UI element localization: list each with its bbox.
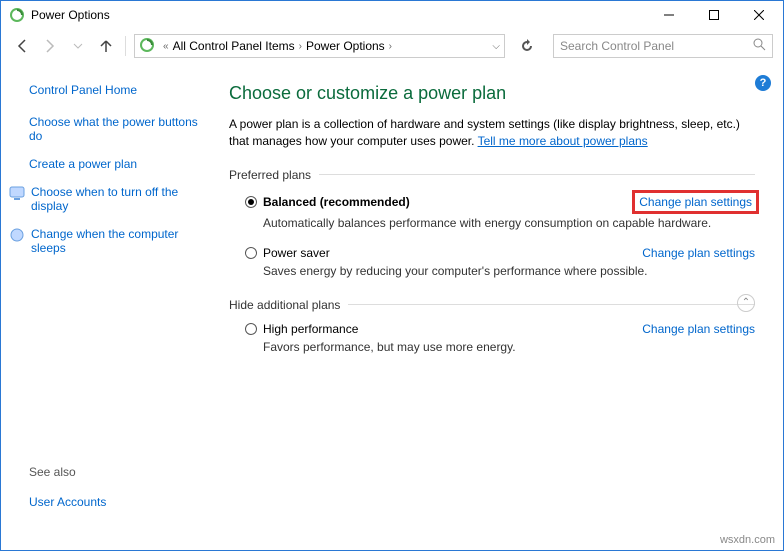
hide-additional-plans-header[interactable]: Hide additional plans ⌃ xyxy=(229,298,755,312)
chevron-right-icon: › xyxy=(385,41,396,52)
help-button[interactable]: ? xyxy=(755,75,771,91)
radio-high-performance[interactable] xyxy=(245,323,257,335)
breadcrumb-dropdown-icon[interactable]: ⌵ xyxy=(492,41,500,52)
power-options-icon xyxy=(139,37,155,56)
recent-dropdown-button[interactable] xyxy=(67,35,89,57)
breadcrumb-root[interactable]: « xyxy=(159,41,173,52)
change-plan-settings-link[interactable]: Change plan settings xyxy=(642,246,755,260)
forward-button[interactable] xyxy=(39,35,61,57)
plan-desc-high-performance: Favors performance, but may use more ene… xyxy=(263,340,755,354)
back-button[interactable] xyxy=(11,35,33,57)
see-also-label: See also xyxy=(29,465,207,479)
change-plan-settings-link[interactable]: Change plan settings xyxy=(642,322,755,336)
search-icon[interactable] xyxy=(753,38,766,54)
breadcrumb-item[interactable]: Power Options xyxy=(306,39,385,53)
plan-desc-balanced: Automatically balances performance with … xyxy=(263,216,755,230)
power-options-icon xyxy=(9,7,25,23)
watermark: wsxdn.com xyxy=(720,534,775,546)
change-plan-settings-link[interactable]: Change plan settings xyxy=(639,195,752,209)
plan-name-balanced[interactable]: Balanced (recommended) xyxy=(263,195,410,209)
minimize-button[interactable] xyxy=(646,1,691,29)
highlighted-change-plan-settings: Change plan settings xyxy=(632,190,759,214)
search-box[interactable] xyxy=(553,34,773,58)
plan-name-high-performance[interactable]: High performance xyxy=(263,322,358,336)
up-button[interactable] xyxy=(95,35,117,57)
sidebar-item-user-accounts[interactable]: User Accounts xyxy=(29,495,207,509)
plan-name-power-saver[interactable]: Power saver xyxy=(263,246,330,260)
monitor-icon xyxy=(9,185,25,201)
sidebar-item-turn-off-display[interactable]: Choose when to turn off the display xyxy=(29,185,207,213)
collapse-icon[interactable]: ⌃ xyxy=(737,294,755,312)
sidebar-item-create-plan[interactable]: Create a power plan xyxy=(29,157,207,171)
window-title: Power Options xyxy=(31,8,646,22)
page-description: A power plan is a collection of hardware… xyxy=(229,116,755,150)
sidebar-item-power-buttons[interactable]: Choose what the power buttons do xyxy=(29,115,207,143)
breadcrumb-bar[interactable]: « All Control Panel Items › Power Option… xyxy=(134,34,505,58)
control-panel-home-link[interactable]: Control Panel Home xyxy=(29,83,207,97)
page-heading: Choose or customize a power plan xyxy=(229,83,755,104)
maximize-button[interactable] xyxy=(691,1,736,29)
separator xyxy=(125,36,126,56)
radio-power-saver[interactable] xyxy=(245,247,257,259)
moon-icon xyxy=(9,227,25,243)
tell-me-more-link[interactable]: Tell me more about power plans xyxy=(478,134,648,148)
chevron-right-icon: › xyxy=(295,41,306,52)
radio-balanced[interactable] xyxy=(245,196,257,208)
close-button[interactable] xyxy=(736,1,781,29)
preferred-plans-header: Preferred plans xyxy=(229,168,755,182)
search-input[interactable] xyxy=(560,39,753,53)
refresh-button[interactable] xyxy=(515,34,539,58)
plan-desc-power-saver: Saves energy by reducing your computer's… xyxy=(263,264,755,278)
sidebar-item-computer-sleeps[interactable]: Change when the computer sleeps xyxy=(29,227,207,255)
breadcrumb-item[interactable]: All Control Panel Items xyxy=(173,39,295,53)
